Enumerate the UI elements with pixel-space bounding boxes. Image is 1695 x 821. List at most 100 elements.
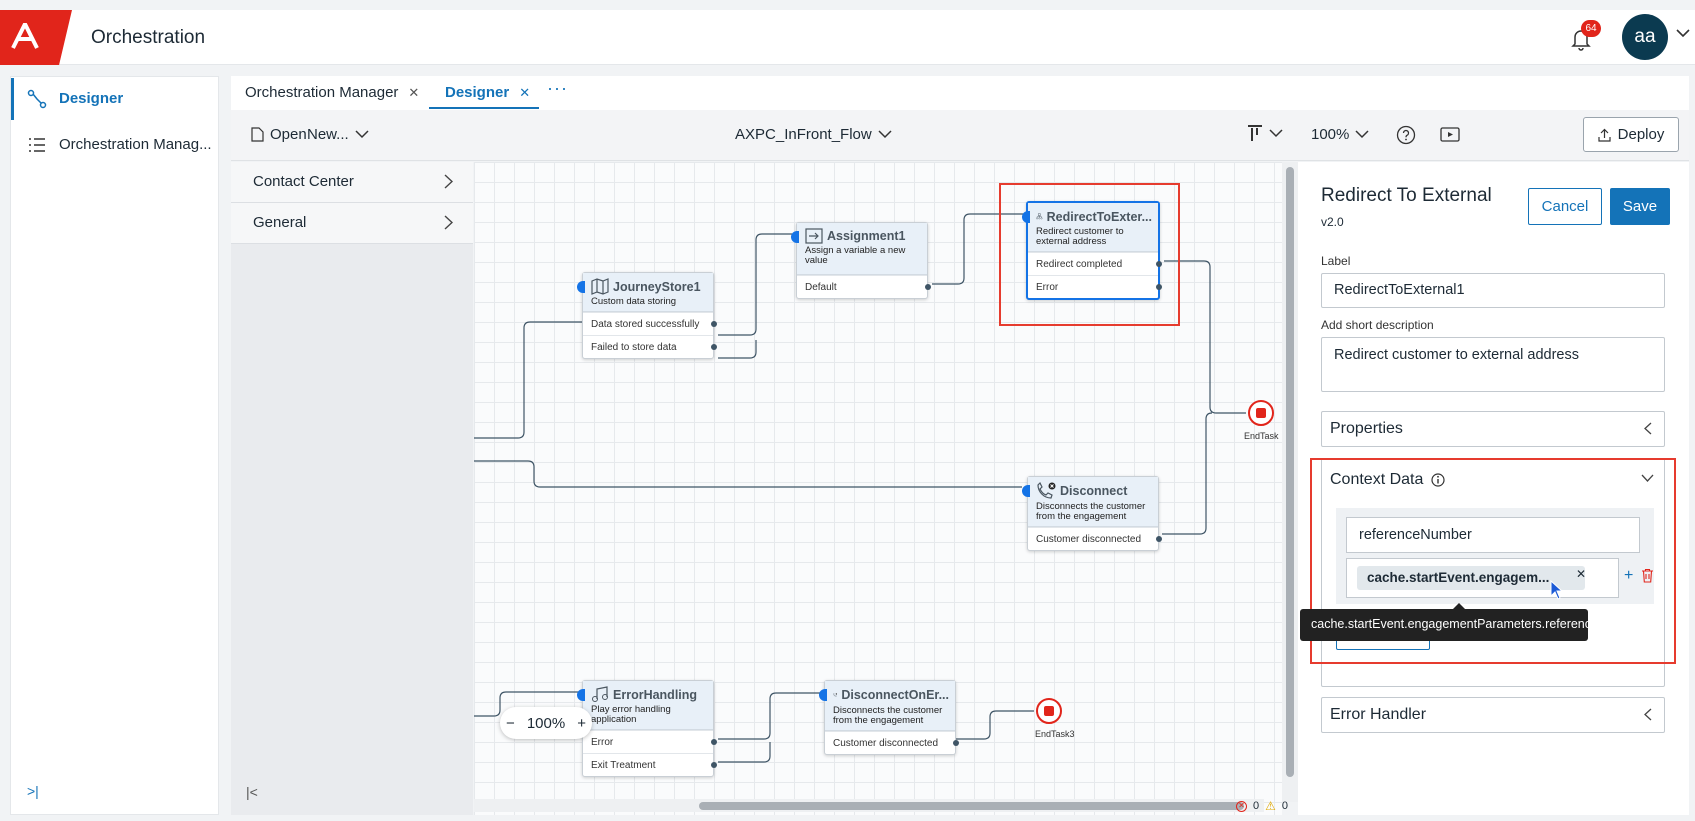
notification-badge: 64 (1581, 20, 1601, 37)
chevron-down-icon (878, 130, 892, 139)
mouse-cursor-icon (1550, 580, 1564, 600)
scroll-thumb[interactable] (699, 802, 1244, 810)
horizontal-scrollbar[interactable] (474, 799, 1264, 812)
node-disconnect[interactable]: Disconnect Disconnects the customer from… (1022, 476, 1162, 551)
node-output[interactable]: Customer disconnected (825, 731, 959, 754)
node-palette: Contact Center General |< (231, 162, 473, 815)
node-output[interactable]: Default (797, 275, 931, 298)
palette-category-general[interactable]: General (231, 203, 473, 244)
node-output[interactable]: Data stored successfully (583, 312, 717, 335)
zoom-label: 100% (1311, 126, 1350, 143)
node-output[interactable]: Error (583, 730, 717, 753)
node-title: JourneyStore1 (613, 279, 701, 294)
sidebar-item-label: Designer (59, 90, 124, 107)
deploy-label: Deploy (1617, 126, 1665, 143)
flow-name: AXPC_InFront_Flow (735, 126, 872, 143)
deploy-button[interactable]: Deploy (1583, 117, 1679, 152)
save-button[interactable]: Save (1610, 188, 1670, 225)
layout-button[interactable] (1247, 124, 1283, 142)
error-count: 0 (1253, 800, 1260, 812)
open-button[interactable]: Open (251, 126, 307, 143)
node-assignment[interactable]: Assignment1 Assign a variable a new valu… (791, 222, 931, 299)
node-title: Disconnect (1060, 484, 1128, 498)
panel-title: Redirect To External (1321, 185, 1492, 206)
section-label: Error Handler (1330, 706, 1427, 723)
phone-disconnect-icon (1037, 482, 1056, 499)
flow-selector[interactable]: AXPC_InFront_Flow (735, 126, 892, 143)
end-task-label: EndTask (1244, 431, 1279, 441)
warning-icon: ⚠ (1265, 799, 1276, 813)
section-label: Properties (1330, 420, 1403, 437)
close-icon[interactable]: ✕ (408, 85, 419, 100)
flow-icon (27, 89, 47, 109)
validation-status[interactable]: ✕ 0 ⚠ 0 (1236, 799, 1288, 813)
input-port[interactable] (791, 231, 799, 243)
node-disconnect-on-error[interactable]: DisconnectOnEr... Disconnects the custom… (819, 680, 959, 755)
assign-icon (805, 228, 823, 244)
description-textarea[interactable]: Redirect customer to external address (1321, 337, 1665, 392)
tab-label: Orchestration Manager (245, 84, 399, 101)
chevron-right-icon (444, 174, 453, 189)
expand-sidebar-icon[interactable]: >| (27, 783, 39, 799)
zoom-selector[interactable]: 100% (1311, 126, 1369, 143)
collapse-palette-icon[interactable]: |< (246, 784, 258, 800)
flow-canvas[interactable]: JourneyStore1 Custom data storing Data s… (474, 162, 1282, 815)
chevron-down-icon (1355, 130, 1369, 139)
value-tooltip: cache.startEvent.engagementParameters.re… (1300, 609, 1588, 641)
error-handler-section[interactable]: Error Handler (1321, 697, 1665, 733)
sidebar-item-orchestration-manager[interactable]: Orchestration Manag... (11, 122, 220, 168)
tab-label: Designer (445, 84, 510, 101)
new-label: New... (307, 126, 349, 143)
vertical-scrollbar[interactable] (1282, 162, 1298, 802)
logo-a-icon (11, 23, 39, 49)
open-label: Open (270, 126, 307, 143)
chevron-down-icon (355, 130, 369, 139)
end-task-node[interactable] (1036, 698, 1062, 724)
zoom-in-button[interactable]: + (577, 715, 586, 732)
end-task-node[interactable] (1248, 400, 1274, 426)
chevron-right-icon (444, 215, 453, 230)
help-icon[interactable] (1396, 125, 1416, 145)
node-output[interactable]: Customer disconnected (1028, 527, 1162, 550)
more-tabs-icon[interactable]: ··· (547, 78, 568, 99)
node-error-handling[interactable]: ErrorHandling Play error handling applic… (577, 680, 717, 777)
phone-disconnect-icon (833, 693, 838, 697)
input-port[interactable] (577, 689, 585, 701)
palette-label: General (253, 214, 307, 231)
node-description: Custom data storing (591, 296, 677, 307)
chevron-down-icon (1269, 128, 1283, 137)
sidebar-item-designer[interactable]: Designer (11, 76, 220, 122)
palette-category-contact-center[interactable]: Contact Center (231, 162, 473, 203)
new-button[interactable]: New... (307, 126, 369, 143)
error-icon: ✕ (1236, 800, 1247, 812)
designer-toolbar: Open New... AXPC_InFront_Flow 100% Deplo… (231, 110, 1689, 161)
description-caption: Add short description (1321, 318, 1434, 332)
preview-icon[interactable] (1440, 126, 1460, 144)
properties-section[interactable]: Properties (1321, 411, 1665, 447)
panel-version: v2.0 (1321, 215, 1344, 229)
sidebar-item-label: Orchestration Manag... (59, 136, 212, 153)
close-icon[interactable]: ✕ (519, 85, 530, 100)
node-output[interactable]: Exit Treatment (583, 753, 717, 776)
app-header: Orchestration 64 aa (0, 10, 1695, 65)
palette-label: Contact Center (253, 173, 354, 190)
label-input[interactable]: RedirectToExternal1 (1321, 273, 1665, 308)
app-title: Orchestration (91, 27, 206, 48)
chevron-down-icon[interactable] (1676, 28, 1690, 38)
input-port[interactable] (577, 281, 585, 293)
cancel-button[interactable]: Cancel (1528, 188, 1602, 225)
tab-orchestration-manager[interactable]: Orchestration Manager ✕ (245, 84, 419, 101)
input-port[interactable] (819, 689, 827, 701)
node-journeystore[interactable]: JourneyStore1 Custom data storing Data s… (577, 272, 717, 359)
node-title: Assignment1 (827, 229, 906, 243)
brand-logo[interactable] (0, 10, 72, 65)
node-description: Disconnects the customer from the engage… (833, 705, 943, 726)
scroll-thumb[interactable] (1286, 167, 1294, 777)
node-output[interactable]: Failed to store data (583, 335, 717, 358)
tab-bar: Orchestration Manager ✕ Designer ✕ ··· (231, 76, 1689, 110)
input-port[interactable] (1022, 485, 1030, 497)
zoom-out-button[interactable]: − (506, 715, 515, 732)
user-avatar[interactable]: aa (1622, 14, 1668, 60)
highlight-box (999, 183, 1180, 326)
tab-designer[interactable]: Designer ✕ (429, 84, 539, 109)
